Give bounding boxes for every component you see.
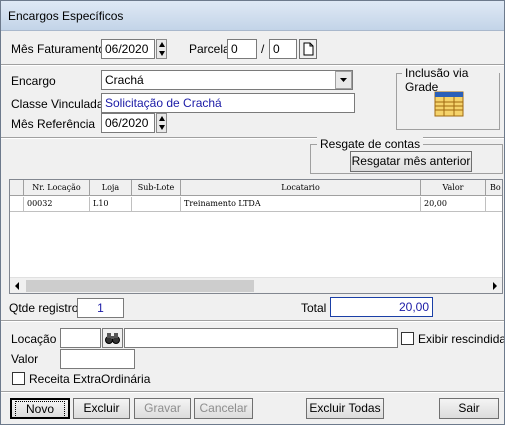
document-icon (303, 42, 314, 56)
mes-referencia-spinner[interactable] (156, 113, 167, 133)
excluir-button[interactable]: Excluir (73, 398, 130, 419)
grid-row-indicator-header (10, 180, 24, 196)
cancelar-button[interactable]: Cancelar (194, 398, 253, 419)
mes-referencia-label: Mês Referência (11, 117, 96, 131)
parcela-input[interactable]: 0 (227, 39, 257, 59)
valor-label: Valor (11, 352, 39, 366)
excluir-todas-button[interactable]: Excluir Todas (306, 398, 384, 419)
grid-header-sub-lote[interactable]: Sub-Lote (132, 180, 181, 196)
grid-cell-loja[interactable]: L10 (90, 197, 132, 212)
mes-faturamento-spinner[interactable] (156, 39, 167, 59)
inclusao-grade-button[interactable] (434, 91, 464, 117)
sair-button[interactable]: Sair (439, 398, 499, 419)
grid-header-loja[interactable]: Loja (90, 180, 132, 196)
classe-vinculada-label: Classe Vinculada (11, 97, 104, 111)
inclusao-grade-title: Inclusão via Grade (402, 66, 499, 94)
grid-row-indicator (10, 197, 24, 212)
mes-referencia-input[interactable]: 06/2020 (101, 113, 155, 133)
resgate-title: Resgate de contas (317, 137, 424, 151)
total-label: Total (301, 301, 327, 315)
encargo-value: Crachá (105, 73, 144, 87)
chevron-down-icon (340, 78, 347, 82)
new-page-button[interactable] (299, 39, 317, 59)
locacao-input[interactable] (60, 328, 101, 348)
locacao-search-button[interactable] (102, 328, 123, 348)
qtde-registros-label: Qtde registros (9, 301, 85, 315)
exibir-rescindidas-label: Exibir rescindidas (418, 332, 505, 346)
resgate-group: Resgate de contas Resgatar mês anterior (310, 137, 503, 174)
grid-cell-bo[interactable] (486, 197, 502, 212)
binoculars-icon (105, 333, 120, 344)
exibir-rescindidas-checkbox[interactable] (401, 332, 414, 345)
encargo-dropdown-arrow[interactable] (335, 71, 352, 89)
grid-scroll-thumb[interactable] (26, 280, 254, 292)
grid-header-bo[interactable]: Bo (486, 180, 502, 196)
classe-vinculada-input[interactable]: Solicitação de Crachá (101, 93, 355, 113)
locacao-label: Locação (11, 332, 57, 346)
receita-extraordinaria-checkbox[interactable] (12, 372, 25, 385)
encargo-select[interactable]: Crachá (101, 70, 353, 90)
mes-faturamento-input[interactable]: 06/2020 (101, 39, 155, 59)
grid-cell-sub-lote[interactable] (132, 197, 181, 212)
grid-cell-locatario[interactable]: Treinamento LTDA (181, 197, 421, 212)
grid-horizontal-scrollbar[interactable] (10, 277, 502, 293)
valor-input[interactable] (60, 349, 135, 369)
novo-button[interactable]: Novo (10, 398, 70, 419)
inclusao-grade-group: Inclusão via Grade (396, 66, 500, 130)
grid-header-valor[interactable]: Valor (421, 180, 486, 196)
novo-button-label: Novo (14, 401, 65, 418)
footer-divider (1, 391, 504, 393)
encargos-grid[interactable]: Nr. Locação Loja Sub-Lote Locatario Valo… (9, 179, 503, 294)
parcela-separator: / (261, 42, 265, 56)
grid-cell-nr-locacao[interactable]: 00032 (24, 197, 90, 212)
form-divider (1, 137, 504, 139)
scroll-right-icon[interactable] (490, 281, 500, 291)
encargo-label: Encargo (11, 74, 56, 88)
table-row[interactable]: 00032 L10 Treinamento LTDA 20,00 (10, 197, 502, 212)
mes-faturamento-label: Mês Faturamento (11, 42, 106, 56)
parcela-total-input[interactable]: 0 (269, 39, 297, 59)
receita-extraordinaria-label: Receita ExtraOrdinária (29, 372, 151, 386)
window-title: Encargos Específicos (8, 9, 124, 23)
locacao-description-input[interactable] (124, 328, 398, 348)
resgatar-mes-anterior-button[interactable]: Resgatar mês anterior (350, 151, 472, 172)
parcela-label: Parcela (189, 42, 230, 56)
title-bar[interactable]: Encargos Específicos (1, 1, 504, 31)
totals-divider (1, 320, 504, 322)
grid-header-nr-locacao[interactable]: Nr. Locação (24, 180, 90, 196)
qtde-registros-value: 1 (77, 298, 124, 318)
spreadsheet-icon (434, 91, 464, 117)
grid-header-locatario[interactable]: Locatario (181, 180, 421, 196)
grid-cell-valor[interactable]: 20,00 (421, 197, 486, 212)
scroll-left-icon[interactable] (12, 281, 22, 291)
encargos-window: Encargos Específicos Mês Faturamento 06/… (0, 0, 505, 425)
gravar-button[interactable]: Gravar (134, 398, 191, 419)
total-value: 20,00 (330, 297, 433, 317)
